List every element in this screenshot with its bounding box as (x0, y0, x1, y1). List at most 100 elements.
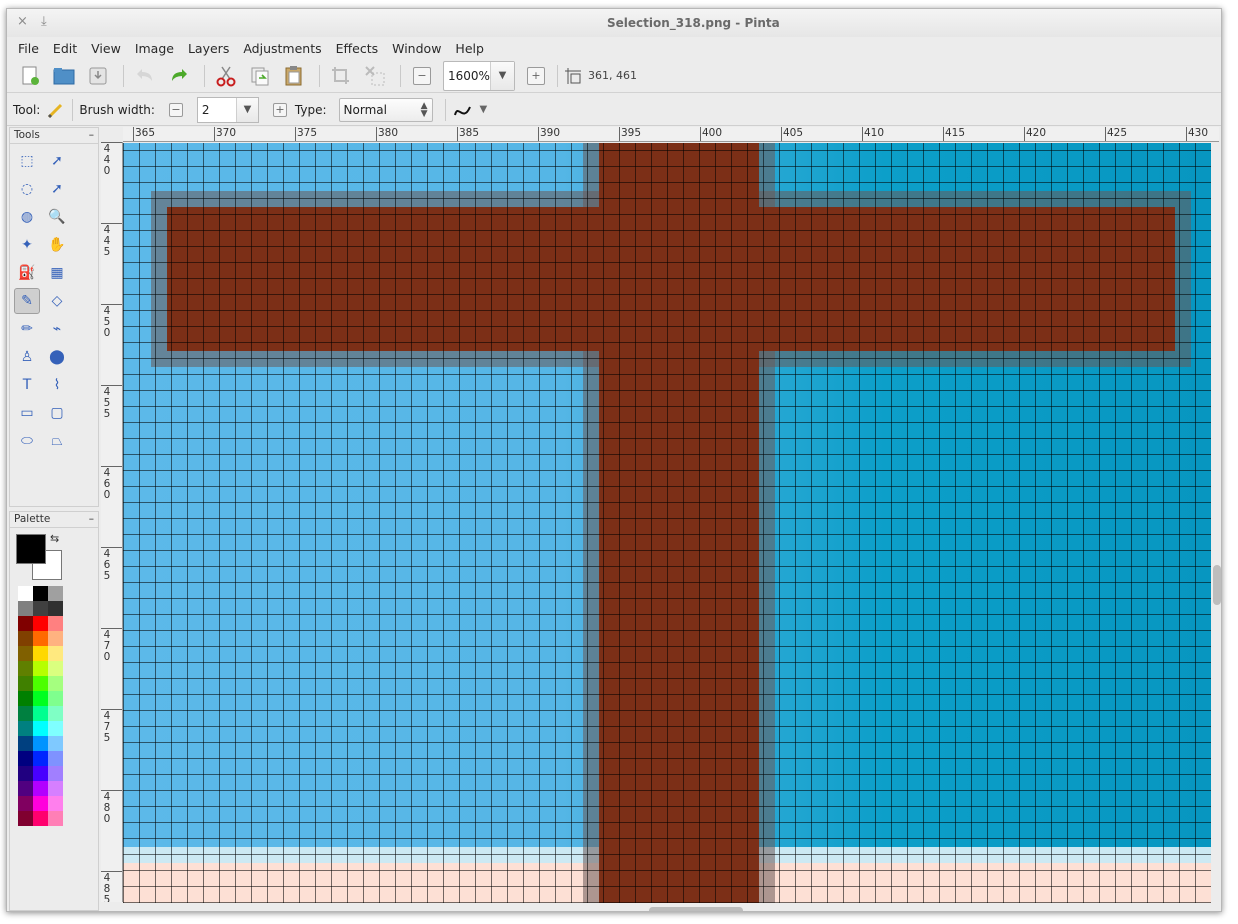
menu-view[interactable]: View (84, 41, 128, 56)
palette-swatch[interactable] (48, 721, 63, 736)
palette-swatch[interactable] (48, 796, 63, 811)
palette-swatch[interactable] (48, 631, 63, 646)
palette-swatch[interactable] (33, 676, 48, 691)
clone-stamp-tool-button[interactable]: ♙ (14, 344, 40, 370)
brush-type-select[interactable]: Normal ▲ ▼ (338, 97, 433, 122)
palette-swatch[interactable] (18, 766, 33, 781)
palette-swatch[interactable] (48, 601, 63, 616)
brush-width-combo[interactable]: 2 ▼ (196, 96, 259, 123)
lasso-select-tool-button[interactable]: ◌ (14, 176, 40, 202)
menu-image[interactable]: Image (128, 41, 181, 56)
menu-layers[interactable]: Layers (181, 41, 236, 56)
palette-swatch[interactable] (18, 706, 33, 721)
palette-swatch[interactable] (48, 751, 63, 766)
palette-swatch[interactable] (48, 736, 63, 751)
primary-color-swatch[interactable] (16, 534, 46, 564)
open-file-button[interactable] (49, 62, 79, 90)
rectangle-tool-button[interactable]: ▭ (14, 400, 40, 426)
zoom-tool-button[interactable]: 🔍 (44, 204, 70, 230)
palette-swatch[interactable] (33, 766, 48, 781)
recolor-tool-button[interactable]: ⬤ (44, 344, 70, 370)
move-selected-tool-button[interactable]: ➚ (44, 148, 70, 174)
palette-swatch[interactable] (33, 661, 48, 676)
eraser-tool-button[interactable]: ◇ (44, 288, 70, 314)
zoom-combo[interactable]: 1600% ▼ (443, 60, 515, 91)
rectangle-select-tool-button[interactable]: ⬚ (14, 148, 40, 174)
line-curve-tool-button[interactable]: ⌇ (44, 372, 70, 398)
palette-swatch[interactable] (18, 631, 33, 646)
palette-swatch[interactable] (18, 691, 33, 706)
image-canvas[interactable] (123, 143, 1211, 903)
new-file-button[interactable] (15, 62, 45, 90)
menu-file[interactable]: File (11, 41, 46, 56)
palette-swatch[interactable] (48, 661, 63, 676)
palette-swatch[interactable] (18, 811, 33, 826)
palette-swatch[interactable] (18, 661, 33, 676)
palette-swatch[interactable] (48, 691, 63, 706)
paste-button[interactable] (279, 62, 309, 90)
palette-swatch[interactable] (18, 616, 33, 631)
palette-swatch[interactable] (48, 586, 63, 601)
freeform-shape-tool-button[interactable]: ⏢ (44, 428, 70, 454)
palette-swatch[interactable] (33, 721, 48, 736)
palette-swatch[interactable] (48, 766, 63, 781)
pan-tool-button[interactable]: ✋ (44, 232, 70, 258)
palette-swatch[interactable] (33, 781, 48, 796)
gradient-tool-button[interactable]: ▦ (44, 260, 70, 286)
zoom-dropdown-arrow[interactable]: ▼ (490, 61, 514, 90)
palette-swatch[interactable] (33, 616, 48, 631)
palette-swatch[interactable] (18, 676, 33, 691)
palette-swatch[interactable] (33, 631, 48, 646)
palette-swatch[interactable] (48, 811, 63, 826)
color-picker-tool-button[interactable]: ⌁ (44, 316, 70, 342)
palette-swatch[interactable] (48, 781, 63, 796)
antialiasing-dropdown-arrow[interactable]: ▼ (480, 104, 488, 115)
palette-swatch[interactable] (18, 601, 33, 616)
rounded-rectangle-tool-button[interactable]: ▢ (44, 400, 70, 426)
palette-swatch[interactable] (33, 706, 48, 721)
brush-width-dropdown-arrow[interactable]: ▼ (235, 97, 258, 122)
zoom-out-button[interactable]: − (413, 66, 431, 85)
magic-wand-tool-button[interactable]: ✦ (14, 232, 40, 258)
paintbrush-tool-button[interactable]: ✎ (14, 288, 40, 314)
palette-swatch[interactable] (48, 676, 63, 691)
palette-swatch[interactable] (18, 781, 33, 796)
palette-swatch[interactable] (18, 586, 33, 601)
palette-swatch[interactable] (33, 691, 48, 706)
menu-adjustments[interactable]: Adjustments (236, 41, 328, 56)
palette-swatch[interactable] (18, 796, 33, 811)
palette-swatch[interactable] (18, 751, 33, 766)
zoom-value[interactable]: 1600% (444, 69, 490, 83)
copy-button[interactable] (245, 62, 275, 90)
palette-swatch[interactable] (48, 646, 63, 661)
undo-button[interactable] (130, 62, 160, 90)
save-button[interactable] (83, 62, 113, 90)
palette-swatch[interactable] (33, 751, 48, 766)
palette-swatch[interactable] (33, 811, 48, 826)
deselect-all-button[interactable] (360, 62, 390, 90)
swap-colors-icon[interactable]: ⇆ (50, 532, 59, 545)
palette-swatch[interactable] (33, 736, 48, 751)
move-selection-tool-button[interactable]: ➚ (44, 176, 70, 202)
antialiasing-icon[interactable] (452, 101, 474, 119)
text-tool-button[interactable]: T (14, 372, 40, 398)
menu-effects[interactable]: Effects (329, 41, 386, 56)
tools-panel-collapse-button[interactable]: – (89, 129, 94, 142)
vertical-scrollbar-thumb[interactable] (1213, 565, 1221, 605)
zoom-in-button[interactable]: + (527, 66, 545, 85)
palette-swatch[interactable] (18, 646, 33, 661)
redo-button[interactable] (164, 62, 194, 90)
palette-swatch[interactable] (48, 706, 63, 721)
palette-swatch[interactable] (33, 586, 48, 601)
palette-swatch[interactable] (18, 721, 33, 736)
paint-bucket-tool-button[interactable]: ⛽ (14, 260, 40, 286)
horizontal-scrollbar-thumb[interactable] (649, 907, 743, 911)
menu-help[interactable]: Help (448, 41, 491, 56)
palette-swatch[interactable] (33, 646, 48, 661)
brush-width-value[interactable]: 2 (198, 103, 236, 117)
palette-swatch[interactable] (18, 736, 33, 751)
menu-window[interactable]: Window (385, 41, 448, 56)
ellipse-select-tool-button[interactable]: ◍ (14, 204, 40, 230)
palette-swatch[interactable] (33, 601, 48, 616)
ellipse-tool-button[interactable]: ⬭ (14, 428, 40, 454)
